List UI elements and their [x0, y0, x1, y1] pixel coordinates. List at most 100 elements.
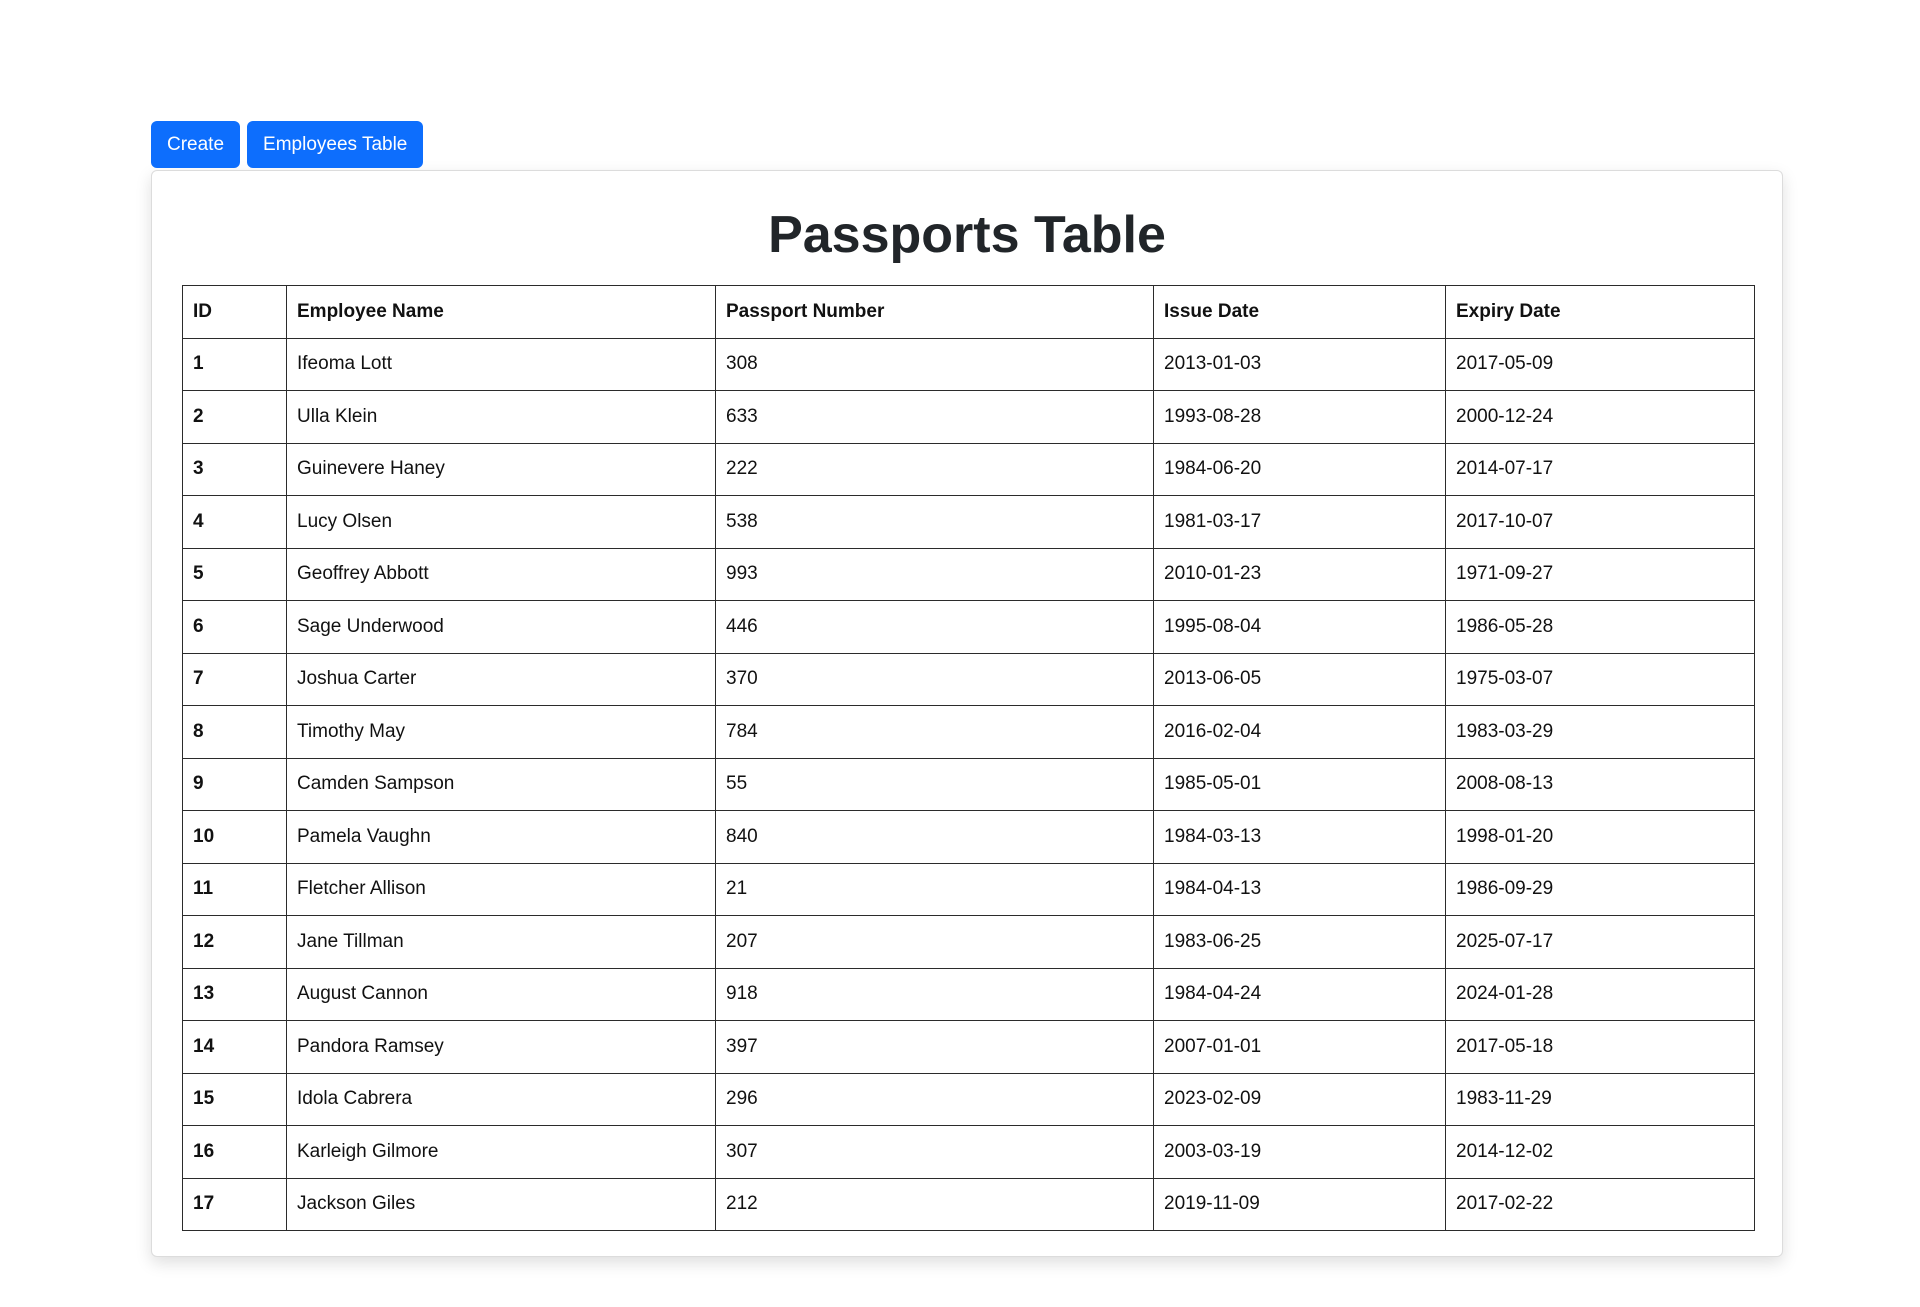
table-row: 5 Geoffrey Abbott 993 2010-01-23 1971-09-27: [182, 547, 1755, 601]
cell-id: 7: [182, 652, 287, 706]
cell-expiry-date: 2014-12-02: [1445, 1125, 1755, 1179]
cell-issue-date: 2007-01-01: [1153, 1020, 1446, 1074]
table-row: 11 Fletcher Allison 21 1984-04-13 1986-09-29: [182, 862, 1755, 916]
cell-employee-name: Joshua Carter: [286, 652, 716, 706]
cell-id: 10: [182, 810, 287, 864]
cell-id: 5: [182, 547, 287, 601]
passports-table: ID Employee Name Passport Number Issue D…: [182, 285, 1755, 1231]
cell-expiry-date: 2017-02-22: [1445, 1177, 1755, 1231]
cell-issue-date: 1984-03-13: [1153, 810, 1446, 864]
create-button[interactable]: Create: [151, 121, 241, 168]
table-row: 10 Pamela Vaughn 840 1984-03-13 1998-01-20: [182, 810, 1755, 864]
cell-expiry-date: 2008-08-13: [1445, 757, 1755, 811]
cell-expiry-date: 1983-03-29: [1445, 705, 1755, 759]
column-header-passport-number: Passport Number: [715, 285, 1154, 339]
cell-employee-name: Lucy Olsen: [286, 495, 716, 549]
cell-passport-number: 633: [715, 390, 1154, 444]
table-body: 1 Ifeoma Lott 308 2013-01-03 2017-05-09 2 Ulla…: [182, 337, 1755, 1231]
cell-passport-number: 307: [715, 1125, 1154, 1179]
cell-passport-number: 840: [715, 810, 1154, 864]
cell-passport-number: 784: [715, 705, 1154, 759]
table-row: 14 Pandora Ramsey 397 2007-01-01 2017-05-18: [182, 1020, 1755, 1074]
cell-id: 2: [182, 390, 287, 444]
table-row: 8 Timothy May 784 2016-02-04 1983-03-29: [182, 705, 1755, 759]
cell-expiry-date: 2024-01-28: [1445, 967, 1755, 1021]
cell-passport-number: 918: [715, 967, 1154, 1021]
cell-passport-number: 212: [715, 1177, 1154, 1231]
cell-id: 16: [182, 1125, 287, 1179]
cell-issue-date: 2019-11-09: [1153, 1177, 1446, 1231]
cell-expiry-date: 2025-07-17: [1445, 915, 1755, 969]
cell-passport-number: 397: [715, 1020, 1154, 1074]
cell-id: 1: [182, 337, 287, 391]
table-header-row: ID Employee Name Passport Number Issue D…: [182, 285, 1755, 339]
cell-expiry-date: 1975-03-07: [1445, 652, 1755, 706]
cell-passport-number: 308: [715, 337, 1154, 391]
table-row: 13 August Cannon 918 1984-04-24 2024-01-28: [182, 967, 1755, 1021]
cell-issue-date: 1983-06-25: [1153, 915, 1446, 969]
page-title: Passports Table: [768, 206, 1166, 264]
cell-employee-name: Fletcher Allison: [286, 862, 716, 916]
cell-issue-date: 2013-06-05: [1153, 652, 1446, 706]
cell-expiry-date: 2017-05-09: [1445, 337, 1755, 391]
cell-issue-date: 1984-04-13: [1153, 862, 1446, 916]
cell-employee-name: Pandora Ramsey: [286, 1020, 716, 1074]
cell-passport-number: 370: [715, 652, 1154, 706]
cell-passport-number: 538: [715, 495, 1154, 549]
cell-issue-date: 1984-04-24: [1153, 967, 1446, 1021]
cell-employee-name: Idola Cabrera: [286, 1072, 716, 1126]
column-header-id: ID: [182, 285, 287, 339]
table-header: ID Employee Name Passport Number Issue D…: [182, 285, 1755, 339]
cell-passport-number: 222: [715, 442, 1154, 496]
employees-table-button[interactable]: Employees Table: [247, 121, 424, 168]
cell-issue-date: 2023-02-09: [1153, 1072, 1446, 1126]
cell-expiry-date: 1986-05-28: [1445, 600, 1755, 654]
cell-issue-date: 1993-08-28: [1153, 390, 1446, 444]
cell-id: 11: [182, 862, 287, 916]
table-row: 1 Ifeoma Lott 308 2013-01-03 2017-05-09: [182, 337, 1755, 391]
page-container: Create Employees Table Passports Table I…: [151, 121, 1785, 1257]
cell-expiry-date: 1983-11-29: [1445, 1072, 1755, 1126]
cell-expiry-date: 2000-12-24: [1445, 390, 1755, 444]
cell-id: 9: [182, 757, 287, 811]
cell-issue-date: 2003-03-19: [1153, 1125, 1446, 1179]
cell-issue-date: 1995-08-04: [1153, 600, 1446, 654]
toolbar: Create Employees Table: [151, 121, 1785, 168]
cell-employee-name: Jane Tillman: [286, 915, 716, 969]
cell-employee-name: Ifeoma Lott: [286, 337, 716, 391]
cell-employee-name: Jackson Giles: [286, 1177, 716, 1231]
cell-employee-name: Guinevere Haney: [286, 442, 716, 496]
column-header-employee-name: Employee Name: [286, 285, 716, 339]
cell-expiry-date: 2017-10-07: [1445, 495, 1755, 549]
cell-passport-number: 207: [715, 915, 1154, 969]
passports-card: Passports Table ID Employee Name Passpor…: [151, 170, 1783, 1257]
cell-id: 3: [182, 442, 287, 496]
cell-issue-date: 2013-01-03: [1153, 337, 1446, 391]
cell-employee-name: Geoffrey Abbott: [286, 547, 716, 601]
cell-employee-name: Ulla Klein: [286, 390, 716, 444]
column-header-issue-date: Issue Date: [1153, 285, 1446, 339]
table-row: 9 Camden Sampson 55 1985-05-01 2008-08-13: [182, 757, 1755, 811]
cell-issue-date: 2010-01-23: [1153, 547, 1446, 601]
cell-issue-date: 1981-03-17: [1153, 495, 1446, 549]
table-row: 12 Jane Tillman 207 1983-06-25 2025-07-17: [182, 915, 1755, 969]
cell-passport-number: 21: [715, 862, 1154, 916]
cell-id: 17: [182, 1177, 287, 1231]
table-row: 15 Idola Cabrera 296 2023-02-09 1983-11-29: [182, 1072, 1755, 1126]
cell-expiry-date: 1971-09-27: [1445, 547, 1755, 601]
table-row: 16 Karleigh Gilmore 307 2003-03-19 2014-12-0…: [182, 1125, 1755, 1179]
cell-id: 8: [182, 705, 287, 759]
cell-expiry-date: 1998-01-20: [1445, 810, 1755, 864]
cell-expiry-date: 2017-05-18: [1445, 1020, 1755, 1074]
table-row: 7 Joshua Carter 370 2013-06-05 1975-03-07: [182, 652, 1755, 706]
cell-id: 13: [182, 967, 287, 1021]
cell-issue-date: 1985-05-01: [1153, 757, 1446, 811]
table-row: 4 Lucy Olsen 538 1981-03-17 2017-10-07: [182, 495, 1755, 549]
cell-employee-name: Sage Underwood: [286, 600, 716, 654]
cell-employee-name: Timothy May: [286, 705, 716, 759]
cell-employee-name: Karleigh Gilmore: [286, 1125, 716, 1179]
cell-expiry-date: 1986-09-29: [1445, 862, 1755, 916]
cell-expiry-date: 2014-07-17: [1445, 442, 1755, 496]
cell-issue-date: 1984-06-20: [1153, 442, 1446, 496]
cell-issue-date: 2016-02-04: [1153, 705, 1446, 759]
